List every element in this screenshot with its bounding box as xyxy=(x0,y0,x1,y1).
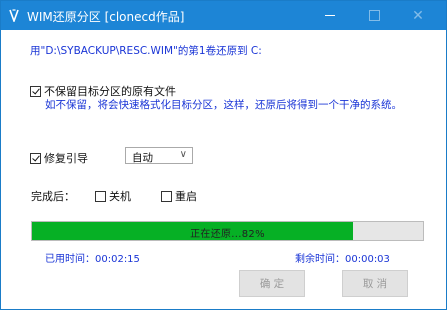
boot-mode-select[interactable]: 自动 ∨ xyxy=(125,147,193,164)
keep-files-checkbox-row[interactable]: 不保留目标分区的原有文件 xyxy=(30,83,176,99)
keep-files-label: 不保留目标分区的原有文件 xyxy=(44,85,176,98)
restart-label: 重启 xyxy=(175,190,197,203)
restore-progress-bar: 正在还原...82% xyxy=(31,221,424,241)
title-bar[interactable]: WIM还原分区 [clonecd作品] ✕ xyxy=(1,1,446,30)
restart-checkbox-row[interactable]: 重启 xyxy=(161,188,197,204)
keep-files-note: 如不保留，将会快速格式化目标分区，这样，还原后将得到一个干净的系统。 xyxy=(45,99,402,111)
chevron-down-icon: ∨ xyxy=(179,149,187,160)
boot-mode-value: 自动 xyxy=(132,152,153,164)
restart-checkbox[interactable] xyxy=(161,190,172,202)
close-button[interactable]: ✕ xyxy=(396,1,440,30)
progress-text: 正在还原...82% xyxy=(190,229,265,240)
app-icon xyxy=(9,9,19,22)
shutdown-checkbox[interactable] xyxy=(95,190,106,202)
minimize-icon xyxy=(325,15,335,16)
after-completion-label: 完成后： xyxy=(31,190,75,203)
window-title: WIM还原分区 [clonecd作品] xyxy=(27,10,185,24)
ok-button[interactable]: 确 定 xyxy=(239,270,305,297)
repair-boot-checkbox-row[interactable]: 修复引导 xyxy=(30,150,88,166)
restore-info-text: 用"D:\SYBACKUP\RESC.WIM"的第1卷还原到 C: xyxy=(30,45,262,57)
keep-files-checkbox[interactable] xyxy=(30,85,41,97)
minimize-button[interactable] xyxy=(308,1,352,30)
repair-boot-checkbox[interactable] xyxy=(30,152,41,164)
restore-dialog: WIM还原分区 [clonecd作品] ✕ 用"D:\SYBACKUP\RESC… xyxy=(0,0,447,310)
remaining-time: 剩余时间：00:00:03 xyxy=(295,254,390,265)
cancel-button[interactable]: 取 消 xyxy=(342,270,408,297)
close-icon: ✕ xyxy=(412,7,424,24)
maximize-icon xyxy=(368,10,380,21)
shutdown-label: 关机 xyxy=(109,190,131,203)
repair-boot-label: 修复引导 xyxy=(44,152,88,165)
maximize-button[interactable] xyxy=(352,1,396,30)
shutdown-checkbox-row[interactable]: 关机 xyxy=(95,188,131,204)
elapsed-time: 已用时间：00:02:15 xyxy=(45,254,140,265)
